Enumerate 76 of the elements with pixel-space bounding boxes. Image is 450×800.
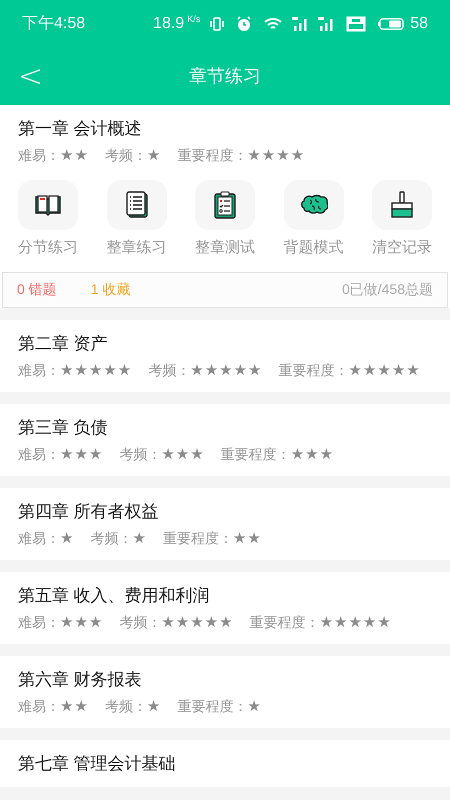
star-rating: ★★★ [161,444,205,464]
rating-label: 难易： [18,146,60,165]
action-button[interactable] [195,180,255,230]
rating-label: 考频： [104,696,147,716]
speed-unit: K/s [187,13,200,26]
chapter-card[interactable]: 第二章 资产 难易：★★★★★ 考频：★★★★★ 重要程度：★★★★★ [0,320,450,392]
brain-icon [300,194,328,216]
brush-icon [390,191,414,219]
chapter-card[interactable]: 第七章 管理会计基础 [0,740,450,786]
chapter-title: 第一章 会计概述 [18,118,143,140]
rating-label: 考频： [119,612,162,632]
progress-count: 0已做/458总题 [342,280,433,299]
star-rating: ★ [60,528,74,548]
star-rating: ★★ [60,696,89,716]
action-label: 分节练习 [18,238,78,258]
action-button[interactable] [284,180,344,230]
star-rating: ★★★★★ [190,360,262,380]
chapter-title: 第二章 资产 [18,332,109,354]
rating-label: 考频： [104,146,147,165]
battery-icon [378,18,404,30]
chapter-title: 第三章 负债 [18,416,109,438]
alarm-clock-icon [236,16,252,32]
wifi-icon [264,17,282,31]
rating-label: 考频： [90,528,132,548]
document-list-icon [124,191,148,219]
action-label: 清空记录 [372,238,432,258]
chapter-card[interactable]: 第五章 收入、费用和利润 难易：★★★ 考频：★★★★★ 重要程度：★★★★★ [0,572,450,644]
rating-label: 重要程度： [177,146,248,165]
star-rating: ★ [146,696,162,716]
star-rating: ★★★ [60,612,104,632]
rating-label: 重要程度： [250,612,320,632]
star-rating: ★★★★★ [60,360,132,380]
rating-label: 重要程度： [278,360,348,380]
action-label: 整章练习 [106,238,166,258]
rating-label: 难易： [18,444,60,464]
chapter-title: 第七章 管理会计基础 [18,752,177,774]
rating-label: 难易： [18,528,60,548]
star-rating: ★★★★★ [348,360,421,380]
rating-label: 难易： [18,360,60,380]
chapter-card[interactable]: 第一章 会计概述 难易：★★ 考频：★ 重要程度：★★★★ 分节练习 整章练习 整章测试 背题模式 清空记录 0 错题 1 收藏 0已做/458总题 [0,105,450,308]
action-button[interactable] [106,180,166,230]
star-rating: ★ [247,696,262,716]
rating-label: 重要程度： [177,696,248,716]
chapter-title: 第五章 收入、费用和利润 [18,584,211,606]
rating-label: 难易： [18,612,60,632]
network-speed: 18.9 [153,14,184,34]
rating-label: 难易： [18,696,60,716]
chapter-card[interactable]: 第四章 所有者权益 难易：★ 考频：★ 重要程度：★★ [0,488,450,560]
page-title: 章节练习 [189,65,261,88]
vibrate-icon [210,16,224,32]
star-rating: ★★★ [60,444,104,464]
battery-level: 58 [410,14,428,34]
rating-label: 考频： [148,360,190,380]
star-rating: ★★ [232,528,262,548]
rating-label: 重要程度： [162,528,233,548]
star-rating: ★ [146,145,162,166]
book-icon [34,193,62,217]
rating-label: 考频： [119,444,162,464]
chapter-title: 第四章 所有者权益 [18,500,160,522]
hd-icon [346,16,366,32]
chapter-card[interactable]: 第六章 财务报表 难易：★★ 考频：★ 重要程度：★ [0,656,450,728]
clock-time: 下午4:58 [22,14,86,34]
clipboard-checklist-icon [214,191,236,219]
star-rating: ★ [132,528,147,548]
rating-label: 重要程度： [220,444,291,464]
star-rating: ★★★★★ [320,612,392,632]
star-rating: ★★★ [290,444,334,464]
chapter-card[interactable]: 第三章 负债 难易：★★★ 考频：★★★ 重要程度：★★★ [0,404,450,476]
action-label: 整章测试 [195,238,255,258]
star-rating: ★★★★ [247,145,306,166]
action-button[interactable] [18,180,78,230]
action-label: 背题模式 [284,238,344,258]
star-rating: ★★★★★ [161,612,234,632]
action-button[interactable] [372,180,432,230]
star-rating: ★★ [60,145,89,166]
chapter-title: 第六章 财务报表 [18,668,143,690]
